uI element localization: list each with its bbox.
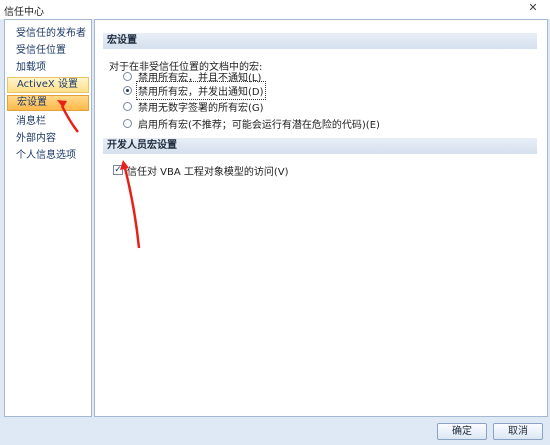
window-title: 信任中心: [4, 7, 44, 18]
radio-button-selected[interactable]: [123, 85, 132, 95]
sidebar-item-message-bar[interactable]: 消息栏: [7, 114, 89, 130]
developer-macro-header: 开发人员宏设置: [103, 138, 537, 154]
sidebar-item-add-ins[interactable]: 加载项: [7, 60, 89, 76]
close-icon[interactable]: ✕: [522, 1, 544, 15]
cancel-button[interactable]: 取消: [493, 423, 543, 440]
radio-button[interactable]: [123, 101, 132, 111]
sidebar-item-macro-settings[interactable]: 宏设置: [7, 95, 89, 111]
sidebar-item-trusted-publishers[interactable]: 受信任的发布者: [7, 26, 89, 42]
sidebar-item-activex[interactable]: ActiveX 设置: [7, 77, 89, 93]
radio-label: 禁用无数字签署的所有宏(G): [138, 102, 264, 114]
radio-button[interactable]: [123, 71, 132, 81]
sidebar-item-trusted-locations[interactable]: 受信任位置: [7, 43, 89, 59]
vba-access-label: 信任对 VBA 工程对象模型的访问(V): [127, 166, 289, 178]
main-panel: 宏设置 对于在非受信任位置的文档中的宏: 禁用所有宏，并且不通知(L) 禁用所有…: [94, 19, 548, 417]
sidebar-item-external-content[interactable]: 外部内容: [7, 131, 89, 147]
ok-button[interactable]: 确定: [437, 423, 487, 440]
vba-access-checkbox-row[interactable]: ✓ 信任对 VBA 工程对象模型的访问(V): [113, 163, 289, 178]
radio-button[interactable]: [123, 118, 132, 128]
sidebar: 受信任的发布者 受信任位置 加载项 ActiveX 设置 宏设置 消息栏 外部内…: [4, 19, 92, 417]
radio-disable-unsigned[interactable]: 禁用无数字签署的所有宏(G): [123, 99, 264, 114]
radio-label: 启用所有宏(不推荐；可能会运行有潜在危险的代码)(E): [138, 119, 380, 131]
radio-label: 禁用所有宏，并发出通知(D): [136, 80, 266, 100]
vba-access-checkbox[interactable]: ✓: [113, 165, 123, 175]
sidebar-item-privacy-options[interactable]: 个人信息选项: [7, 148, 89, 164]
title-bar: 信任中心 ✕: [0, 0, 550, 20]
radio-disable-with-notify[interactable]: 禁用所有宏，并发出通知(D): [123, 80, 266, 100]
radio-label: 禁用所有宏，并且不通知(L): [138, 72, 262, 84]
radio-enable-all[interactable]: 启用所有宏(不推荐；可能会运行有潜在危险的代码)(E): [123, 116, 380, 131]
radio-disable-no-notify[interactable]: 禁用所有宏，并且不通知(L): [123, 69, 262, 84]
macro-settings-header: 宏设置: [103, 33, 537, 49]
